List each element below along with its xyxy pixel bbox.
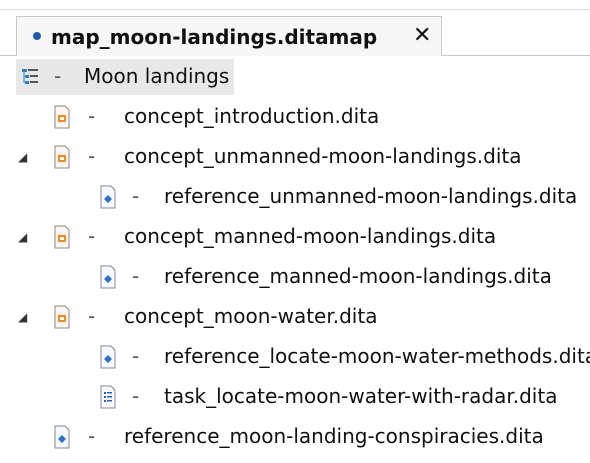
tree-separator: - — [88, 304, 96, 328]
close-tab-button[interactable]: ✕ — [413, 25, 431, 47]
concept-icon — [54, 145, 70, 169]
task-icon — [100, 385, 116, 409]
reference-icon — [100, 185, 116, 209]
reference-icon — [54, 425, 70, 449]
tree-item-label: concept_unmanned-moon-landings.dita — [124, 144, 522, 168]
ditamap-tree: - Moon landings - concept_introduction.d… — [0, 57, 590, 463]
tree-item[interactable]: - reference_moon-landing-conspiracies.di… — [0, 417, 590, 457]
tree-separator: - — [54, 64, 62, 88]
tree-separator: - — [88, 424, 96, 448]
tree-separator: - — [88, 104, 96, 128]
tree-item[interactable]: - task_locate-moon-water-with-radar.dita — [0, 377, 590, 417]
collapse-arrow-icon[interactable]: ◢ — [18, 151, 30, 163]
tree-item-label: reference_manned-moon-landings.dita — [164, 264, 552, 288]
reference-icon — [100, 345, 116, 369]
tree-separator: - — [88, 144, 96, 168]
tree-item[interactable]: ◢ - concept_moon-water.dita — [0, 297, 590, 337]
tree-item-label: task_locate-moon-water-with-radar.dita — [164, 384, 558, 408]
top-border — [0, 0, 590, 10]
tree-item-label: reference_locate-moon-water-methods.dita — [164, 344, 590, 368]
tree-separator: - — [132, 184, 140, 208]
tree-item-label: concept_manned-moon-landings.dita — [124, 224, 497, 248]
tree-item-label: concept_moon-water.dita — [124, 304, 378, 328]
tree-separator: - — [132, 384, 140, 408]
tree-separator: - — [132, 264, 140, 288]
collapse-arrow-icon[interactable]: ◢ — [18, 311, 30, 323]
concept-icon — [54, 105, 70, 129]
editor-tab-ditamap[interactable]: map_moon-landings.ditamap ✕ — [16, 16, 442, 56]
concept-icon — [54, 305, 70, 329]
tree-root-label: Moon landings — [84, 64, 230, 88]
reference-icon — [100, 265, 116, 289]
ditamap-editor-window: map_moon-landings.ditamap ✕ - Moon landi… — [0, 0, 590, 463]
tree-separator: - — [132, 344, 140, 368]
tree-separator: - — [88, 224, 96, 248]
tree-item[interactable]: ◢ - concept_manned-moon-landings.dita — [0, 217, 590, 257]
tree-item[interactable]: - concept_introduction.dita — [0, 97, 590, 137]
concept-icon — [54, 225, 70, 249]
tree-root-row[interactable]: - Moon landings — [0, 57, 590, 97]
collapse-arrow-icon[interactable]: ◢ — [18, 231, 30, 243]
tree-item[interactable]: - reference_manned-moon-landings.dita — [0, 257, 590, 297]
tree-item[interactable]: - reference_locate-moon-water-methods.di… — [0, 337, 590, 377]
map-icon — [22, 69, 38, 84]
tab-title: map_moon-landings.ditamap — [51, 25, 378, 49]
tree-item-label: concept_introduction.dita — [124, 104, 380, 128]
tree-item[interactable]: - reference_unmanned-moon-landings.dita — [0, 177, 590, 217]
modified-indicator-icon — [33, 32, 41, 40]
tree-item-label: reference_moon-landing-conspiracies.dita — [124, 424, 544, 448]
tree-item-label: reference_unmanned-moon-landings.dita — [164, 184, 578, 208]
tree-item[interactable]: ◢ - concept_unmanned-moon-landings.dita — [0, 137, 590, 177]
editor-tab-strip: map_moon-landings.ditamap ✕ — [0, 10, 590, 56]
